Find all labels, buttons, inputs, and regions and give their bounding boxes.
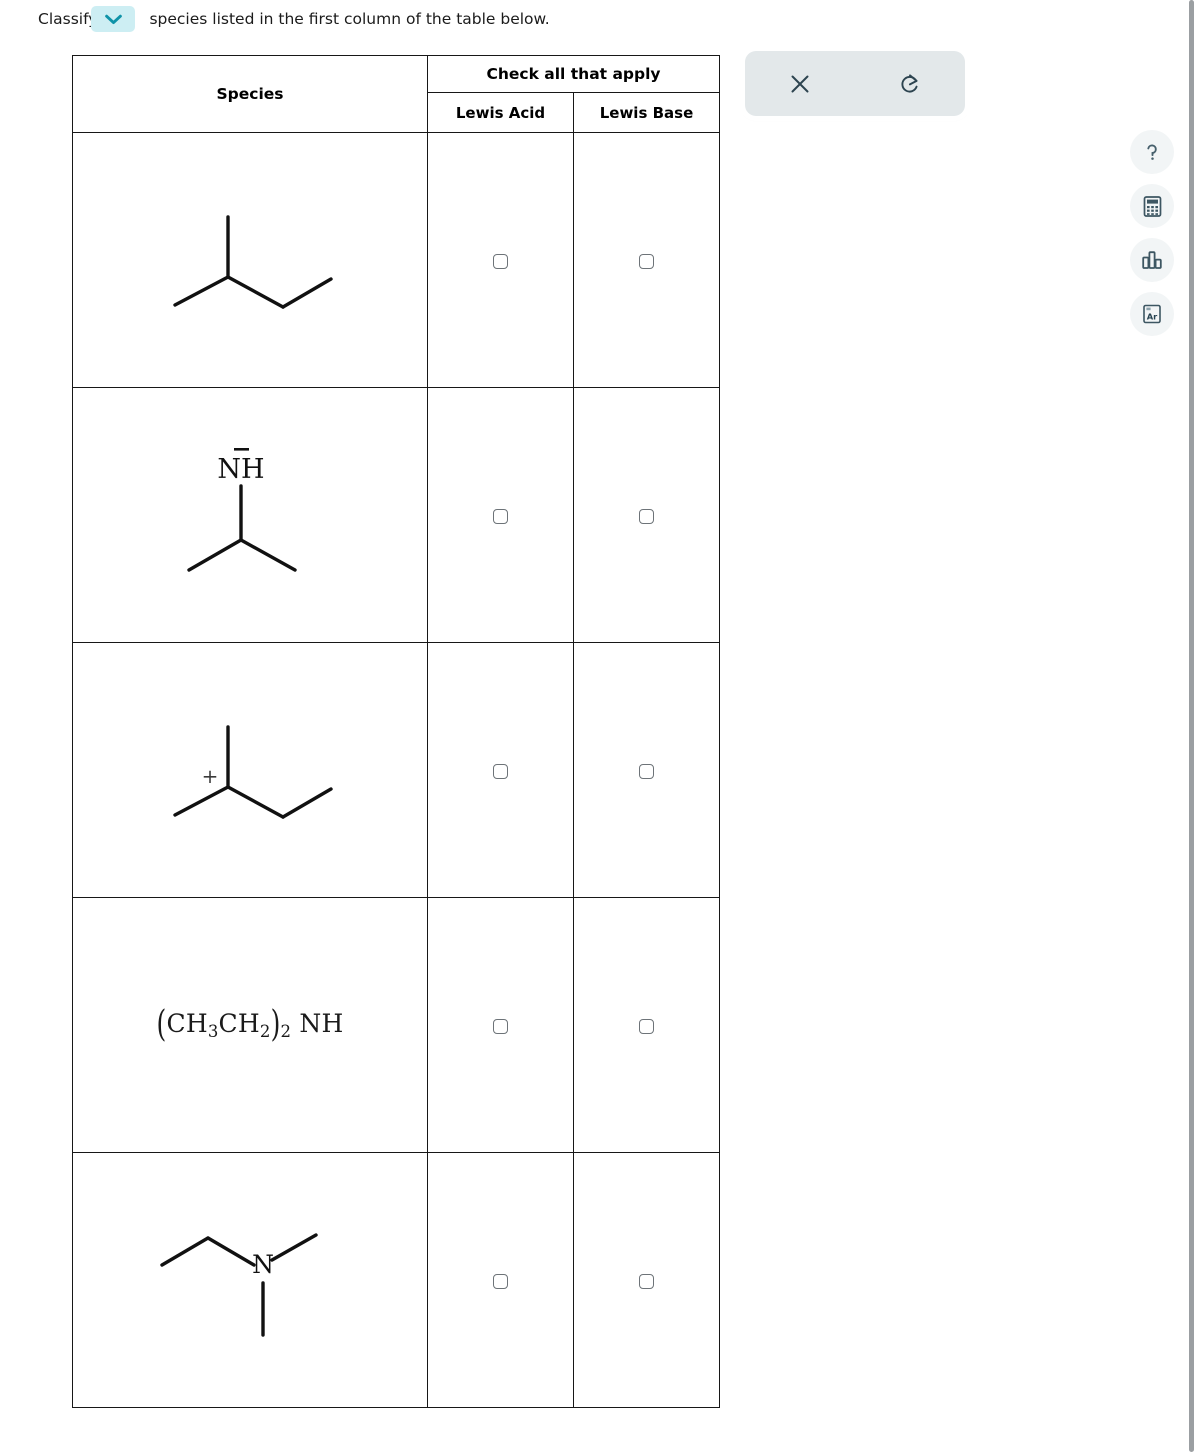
- calculator-icon: [1141, 195, 1164, 218]
- lewis-acid-cell-5[interactable]: [427, 1152, 574, 1408]
- header-lewis-base: Lewis Base: [573, 92, 720, 133]
- periodic-table-icon: Ar: [1140, 302, 1164, 326]
- lewis-acid-cell-2[interactable]: [427, 387, 574, 643]
- table-row: N: [72, 1152, 720, 1408]
- calculator-button[interactable]: [1130, 184, 1174, 228]
- question-prompt: Classify species listed in the first col…: [38, 6, 550, 32]
- formula-close-paren: ): [270, 1002, 281, 1045]
- species-cell-5: N: [72, 1152, 428, 1408]
- header-check-all-that-apply: Check all that apply: [427, 54, 720, 94]
- formula-ch: CH: [166, 1009, 208, 1039]
- lewis-base-cell-5[interactable]: [573, 1152, 720, 1408]
- molecule-2-methylbutane: [73, 205, 427, 315]
- svg-text:+: +: [202, 764, 219, 788]
- bar-chart-icon: [1140, 249, 1164, 271]
- lewis-acid-cell-4[interactable]: [427, 897, 574, 1153]
- table-row: [72, 132, 720, 388]
- close-x-icon: [789, 73, 811, 95]
- header-lewis-acid: Lewis Acid: [427, 92, 574, 133]
- table-row: +: [72, 642, 720, 898]
- lewis-acid-cell-3[interactable]: [427, 642, 574, 898]
- help-button[interactable]: [1130, 130, 1174, 174]
- table-row: NH: [72, 387, 720, 643]
- table-body: NH + (CH3CH2)2 NH N: [72, 132, 720, 1408]
- header-row-top: Species Check all that apply: [72, 54, 720, 133]
- clear-button[interactable]: [774, 61, 826, 107]
- lewis-base-cell-2[interactable]: [573, 387, 720, 643]
- formula-sub-2: 2: [259, 1021, 271, 1041]
- page-scrollbar[interactable]: [1189, 0, 1194, 1452]
- chevron-down-icon: [105, 14, 122, 25]
- lewis-base-cell-4[interactable]: [573, 897, 720, 1153]
- svg-text:N: N: [252, 1250, 274, 1279]
- answer-toolbar: [745, 51, 965, 116]
- formula-nh: NH: [291, 1009, 344, 1039]
- checkbox-lewis-base-row-1[interactable]: [639, 253, 654, 269]
- molecule-dimethylethylamine: N: [73, 1213, 427, 1348]
- table-header: Species Check all that apply Lewis Acid …: [72, 54, 720, 133]
- checkbox-lewis-acid-row-3[interactable]: [493, 763, 508, 779]
- checkbox-lewis-base-row-3[interactable]: [639, 763, 654, 779]
- molecule-isopropylamide-anion: NH: [73, 440, 427, 590]
- checkbox-lewis-acid-row-4[interactable]: [493, 1018, 508, 1034]
- lewis-base-cell-1[interactable]: [573, 132, 720, 388]
- checkbox-lewis-base-row-4[interactable]: [639, 1018, 654, 1034]
- formula-sub-outer-2: 2: [280, 1021, 292, 1041]
- checkbox-lewis-acid-row-1[interactable]: [493, 253, 508, 269]
- species-cell-2: NH: [72, 387, 428, 643]
- reset-button[interactable]: [884, 61, 936, 107]
- classify-dropdown[interactable]: [91, 6, 136, 32]
- species-cell-4: (CH3CH2)2 NH: [72, 897, 428, 1153]
- checkbox-lewis-base-row-5[interactable]: [639, 1273, 654, 1289]
- chart-button[interactable]: [1130, 238, 1174, 282]
- formula-open-paren: (: [156, 1002, 167, 1045]
- molecule-diethylamine-formula: (CH3CH2)2 NH: [73, 1003, 427, 1045]
- species-classification-table: Species Check all that apply Lewis Acid …: [72, 54, 720, 1408]
- checkbox-lewis-base-row-2[interactable]: [639, 508, 654, 524]
- prompt-text-after: species listed in the first column of th…: [149, 10, 550, 28]
- formula-sub-3: 3: [207, 1021, 219, 1041]
- header-species: Species: [72, 55, 428, 133]
- molecule-2-methylbutyl-cation: +: [73, 713, 427, 828]
- utility-rail: Ar: [1128, 130, 1176, 336]
- checkbox-lewis-acid-row-5[interactable]: [493, 1273, 508, 1289]
- lewis-acid-cell-1[interactable]: [427, 132, 574, 388]
- svg-text:Ar: Ar: [1147, 312, 1158, 322]
- question-mark-icon: [1140, 140, 1164, 164]
- species-cell-3: +: [72, 642, 428, 898]
- lewis-base-cell-3[interactable]: [573, 642, 720, 898]
- chemical-formula: (CH3CH2)2 NH: [157, 1003, 344, 1045]
- formula-ch2: CH: [218, 1009, 260, 1039]
- checkbox-lewis-acid-row-2[interactable]: [493, 508, 508, 524]
- prompt-text-before: Classify: [38, 10, 98, 28]
- species-cell-1: [72, 132, 428, 388]
- undo-refresh-icon: [898, 72, 922, 96]
- table-row: (CH3CH2)2 NH: [72, 897, 720, 1153]
- periodic-table-button[interactable]: Ar: [1130, 292, 1174, 336]
